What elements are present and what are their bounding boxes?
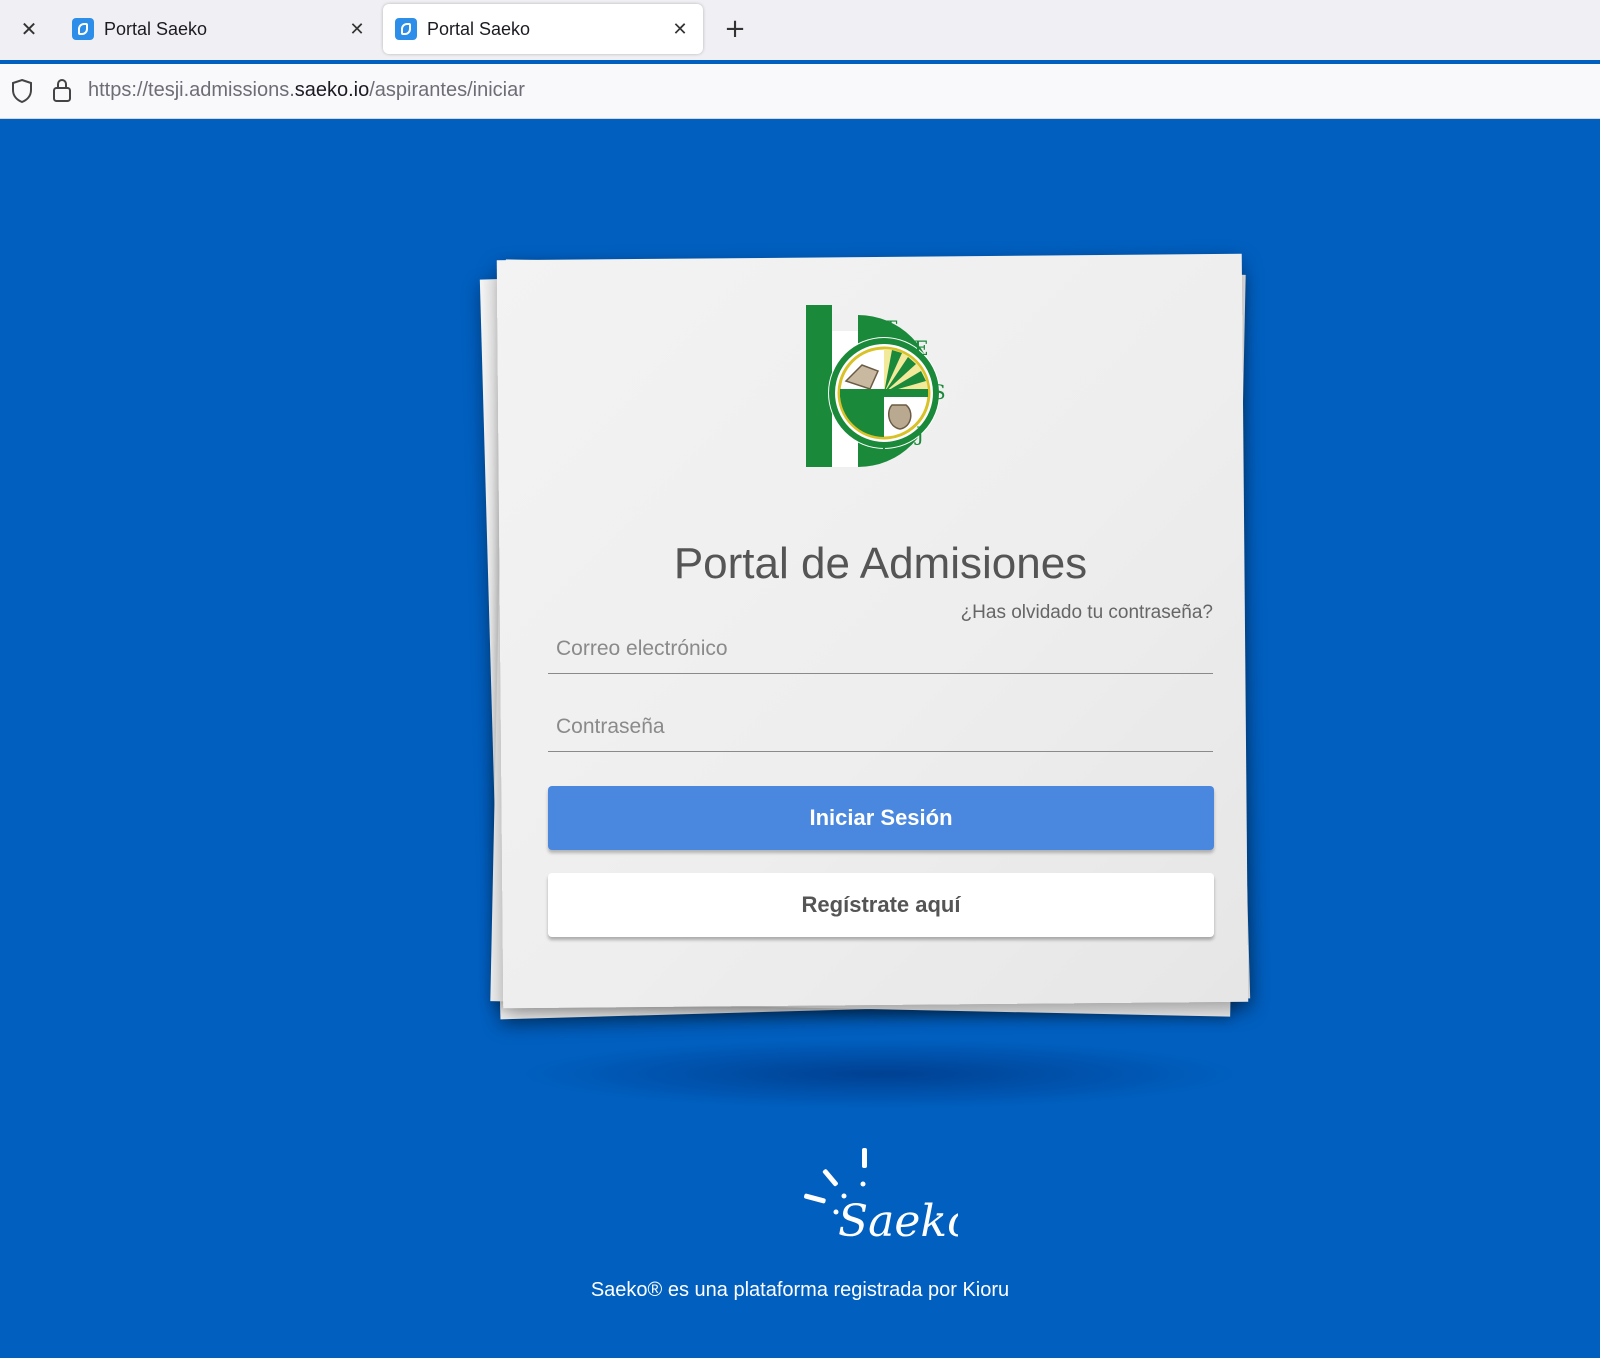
url-path: /aspirantes/iniciar — [369, 79, 525, 101]
logo-letter: S — [932, 380, 946, 404]
email-input[interactable] — [548, 624, 1213, 674]
logo-letter: E — [914, 336, 929, 360]
logo-letter: I — [880, 442, 888, 466]
tab-bar: ✕ Portal Saeko ✕ Portal Saeko ✕ + — [0, 0, 1600, 60]
tesji-logo: T E S J I — [806, 305, 946, 467]
page-title: Portal de Admisiones — [673, 539, 1088, 588]
password-input[interactable] — [548, 702, 1213, 752]
card-shadow — [520, 1039, 1240, 1109]
tab-close-icon[interactable]: ✕ — [344, 16, 370, 42]
saeko-wordmark: Saeko — [838, 1196, 958, 1244]
page-background: T E S J I Portal de Admisiones ¿Has olvi… — [0, 119, 1600, 1358]
footer-text: Saeko® es una plataforma registrada por … — [590, 1279, 1010, 1301]
login-button[interactable]: Iniciar Sesión — [548, 786, 1214, 850]
logo-letter: T — [884, 316, 898, 340]
register-button[interactable]: Regístrate aquí — [548, 873, 1214, 937]
saeko-logo: Saeko — [804, 1148, 958, 1244]
url-host: saeko.io — [294, 79, 370, 101]
forgot-password-link[interactable]: ¿Has olvidado tu contraseña? — [548, 602, 1213, 624]
url-text[interactable]: https://tesji.admissions.saeko.io/aspira… — [88, 79, 525, 102]
url-prefix: https://tesji.admissions. — [88, 79, 295, 101]
tab-close-icon[interactable]: ✕ — [667, 16, 693, 42]
tab-portal-saeko-2[interactable]: Portal Saeko ✕ — [383, 4, 703, 54]
new-tab-icon[interactable]: + — [720, 14, 750, 44]
saeko-favicon-icon — [395, 18, 417, 40]
logo-letter: J — [914, 422, 924, 446]
saeko-favicon-icon — [72, 18, 94, 40]
close-window-icon[interactable]: ✕ — [14, 14, 44, 44]
tab-portal-saeko-1[interactable]: Portal Saeko ✕ — [60, 4, 380, 54]
shield-icon[interactable] — [10, 78, 34, 104]
lock-icon[interactable] — [50, 76, 74, 104]
tab-title: Portal Saeko — [104, 18, 208, 39]
address-bar[interactable]: https://tesji.admissions.saeko.io/aspira… — [0, 64, 1600, 119]
tab-title: Portal Saeko — [427, 18, 531, 39]
